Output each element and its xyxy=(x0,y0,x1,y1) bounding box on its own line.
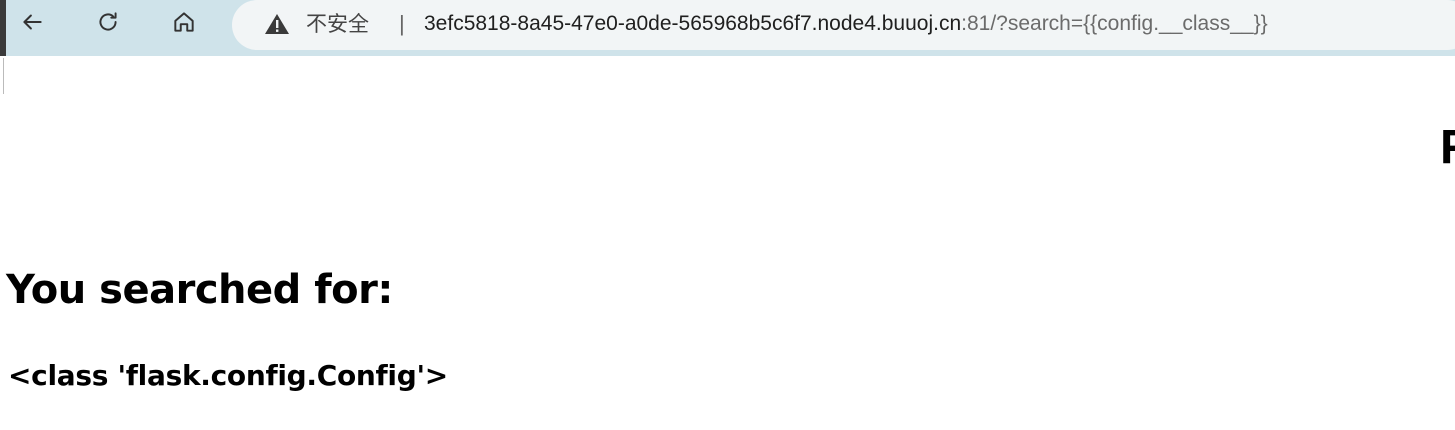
reload-button[interactable] xyxy=(88,6,128,42)
home-button[interactable] xyxy=(164,6,204,42)
url-path: :81/?search={{config.__class__}} xyxy=(961,12,1268,35)
search-result: <class 'flask.config.Config'> xyxy=(8,359,448,392)
reload-icon xyxy=(95,9,121,40)
search-heading: You searched for: xyxy=(6,267,393,313)
address-divider: | xyxy=(399,11,405,36)
security-status-label[interactable]: 不安全 xyxy=(306,12,369,36)
url-text[interactable]: 3efc5818-8a45-47e0-a0de-565968b5c6f7.nod… xyxy=(424,12,1268,36)
back-arrow-icon xyxy=(19,9,45,40)
back-button[interactable] xyxy=(12,6,52,42)
warning-icon[interactable] xyxy=(264,12,290,36)
side-tab-stub xyxy=(0,58,4,94)
url-host: 3efc5818-8a45-47e0-a0de-565968b5c6f7.nod… xyxy=(424,12,962,35)
window-edge xyxy=(0,0,6,56)
home-icon xyxy=(171,9,197,40)
clipped-heading-text: F xyxy=(1440,121,1455,174)
browser-toolbar: 不安全 | 3efc5818-8a45-47e0-a0de-565968b5c6… xyxy=(0,0,1455,56)
